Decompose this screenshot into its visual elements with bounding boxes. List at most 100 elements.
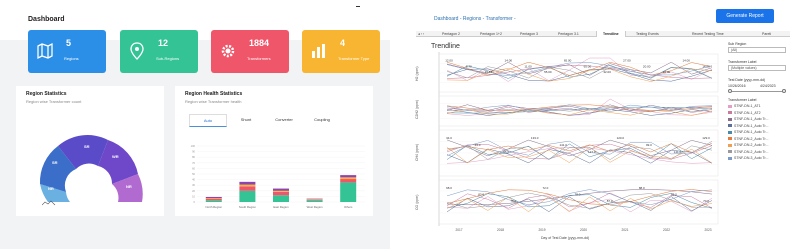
menu-dots-icon[interactable] — [356, 6, 360, 7]
legend-item[interactable]: STNF-DN-2_Auto Tr... — [728, 150, 768, 154]
data-label: 85.0 — [671, 192, 677, 196]
legend-item[interactable]: STNF-DN-1_Auto Tr... — [728, 124, 768, 128]
date-from[interactable]: 10/26/2016 — [728, 84, 746, 88]
date-slider-track[interactable] — [730, 91, 784, 92]
bar-segment[interactable] — [273, 195, 289, 202]
legend-item[interactable]: STNF-DN-1_AT2 — [728, 111, 761, 115]
x-tick-label: North Region — [206, 205, 223, 209]
date-slider-handle[interactable] — [782, 89, 786, 93]
bar-segment[interactable] — [205, 196, 222, 199]
bar-segment[interactable] — [306, 199, 323, 201]
bar-segment[interactable] — [306, 198, 323, 200]
legend-swatch — [728, 156, 732, 160]
date-to[interactable]: 4/24/2023 — [760, 84, 776, 88]
data-label: 96.0 — [503, 150, 509, 154]
donut-label: NR — [126, 184, 132, 189]
bar-segment[interactable] — [239, 186, 256, 191]
tab-pareti[interactable]: Pareti — [762, 31, 771, 37]
bar-segment[interactable] — [340, 179, 357, 183]
tab-pentagon-2[interactable]: Pentagon 2 — [442, 31, 460, 37]
subregions-card[interactable]: 12 Sub-Regions — [120, 30, 198, 73]
date-slider-handle[interactable] — [728, 89, 732, 93]
bar-segment[interactable] — [340, 177, 357, 180]
dashboard-panel: Dashboard 5 Regions 12 Sub-Regions 1884 … — [0, 0, 390, 249]
region-statistics-title: Region Statistics — [26, 91, 67, 97]
breadcrumb[interactable]: Dashboard - Regions - Transformer - — [434, 16, 516, 22]
transformer-select[interactable]: (Multiple values) — [728, 65, 786, 71]
health-tabs: Auto Shunt Converter Coupling — [189, 114, 341, 127]
data-label: 129.0 — [702, 136, 710, 140]
legend-swatch — [728, 124, 732, 128]
bar-segment[interactable] — [340, 182, 357, 202]
regions-card[interactable]: 5 Regions — [28, 30, 106, 73]
series-line[interactable] — [446, 104, 713, 111]
legend-swatch — [728, 117, 732, 121]
bar-chart-icon — [312, 44, 325, 58]
tab-auto[interactable]: Auto — [189, 114, 227, 127]
bar-segment[interactable] — [306, 199, 323, 200]
tab-coupling[interactable]: Coupling — [303, 114, 341, 127]
legend-item[interactable]: STNF-DN-1_Auto Tr... — [728, 130, 768, 134]
tab-trendline[interactable]: Trendline — [596, 31, 626, 37]
bar-segment[interactable] — [340, 175, 357, 178]
legend-item[interactable]: STNF-DN-3_Auto Tr... — [728, 156, 768, 160]
region-donut-chart: NR SR SR WR NR — [39, 135, 143, 202]
series-line[interactable] — [446, 143, 713, 160]
x-tick-label: 2018 — [497, 228, 504, 232]
transformer-type-label: Transformer Type — [338, 56, 370, 61]
generate-report-button[interactable]: Generate Report — [716, 9, 774, 23]
legend-item[interactable]: STNF-DN-2_Auto Tr... — [728, 143, 768, 147]
tab-converter[interactable]: Converter — [265, 114, 303, 127]
tab-shunt[interactable]: Shunt — [227, 114, 265, 127]
data-label: 78.0 — [510, 199, 516, 203]
y-tick-label: 90 — [192, 150, 195, 154]
data-label: 14.00 — [505, 59, 513, 63]
bar-segment[interactable] — [239, 190, 256, 202]
tab-pentagon-3[interactable]: Pentagon 3 — [520, 31, 538, 37]
sub-region-select[interactable]: (All) — [728, 47, 786, 53]
transformers-card[interactable]: 1884 Transformers — [211, 30, 289, 73]
data-label: 20.00 — [643, 64, 651, 68]
y-tick-label: 60 — [192, 166, 195, 170]
series-line[interactable] — [446, 140, 713, 157]
legend-label: STNF-DN-1_Auto Tr... — [734, 123, 769, 128]
bar-segment[interactable] — [205, 198, 222, 201]
legend-label: STNF-DN-1_AT1 — [734, 104, 761, 108]
bar-segment[interactable] — [306, 200, 323, 202]
regions-count: 5 — [66, 38, 72, 48]
trend-icon — [42, 200, 56, 206]
y-tick-label: 80 — [192, 155, 195, 159]
legend-item[interactable]: STNF-DN-1_Auto Tr... — [728, 117, 768, 121]
y-tick-label: 50 — [192, 172, 195, 176]
subregions-count: 12 — [158, 38, 169, 48]
sub-region-label: Sub Region — [728, 42, 747, 46]
legend-label: STNF-DN-3_Auto Tr... — [734, 156, 769, 160]
transformer-type-card[interactable]: 4 Transformer Type — [302, 30, 380, 73]
legend-label: STNF-DN-1_Auto Tr... — [734, 117, 769, 121]
data-label: 14.00 — [682, 59, 690, 63]
bar-segment[interactable] — [239, 184, 256, 187]
data-label: 87.0 — [607, 199, 613, 203]
tab-pentagon-1-2[interactable]: Pentagon 1+2 — [480, 31, 502, 37]
bar-segment[interactable] — [273, 190, 289, 192]
sheet-tab-bar: ◂ ‹ › Pentagon 2 Pentagon 1+2 Pentagon 3… — [416, 31, 790, 37]
tab-testing-events[interactable]: Testing Events — [636, 31, 659, 37]
legend-swatch — [728, 150, 732, 154]
bar-segment[interactable] — [205, 200, 222, 202]
bar-segment[interactable] — [239, 181, 256, 185]
y-tick-label: 40 — [192, 178, 195, 182]
legend-item[interactable]: STNF-DN-2_Auto Tr... — [728, 137, 768, 141]
data-label: 32.00 — [603, 70, 611, 74]
legend-item[interactable]: STNF-DN-1_AT1 — [728, 104, 761, 108]
bar-segment[interactable] — [273, 188, 289, 191]
chart-title: Trendline — [431, 43, 460, 50]
series-line[interactable] — [446, 148, 713, 164]
nav-arrows-icon[interactable]: ◂ ‹ › — [418, 31, 424, 37]
tab-pentagon-3-1[interactable]: Pentagon 3.1 — [558, 31, 579, 37]
bar-segment[interactable] — [273, 191, 289, 196]
tab-recent-testing-time[interactable]: Recent Testing Time — [692, 31, 724, 37]
data-label: 88.0 — [639, 186, 645, 190]
series-line[interactable] — [446, 143, 713, 160]
x-tick-label: South Region — [239, 205, 256, 209]
bar-segment[interactable] — [205, 198, 222, 199]
